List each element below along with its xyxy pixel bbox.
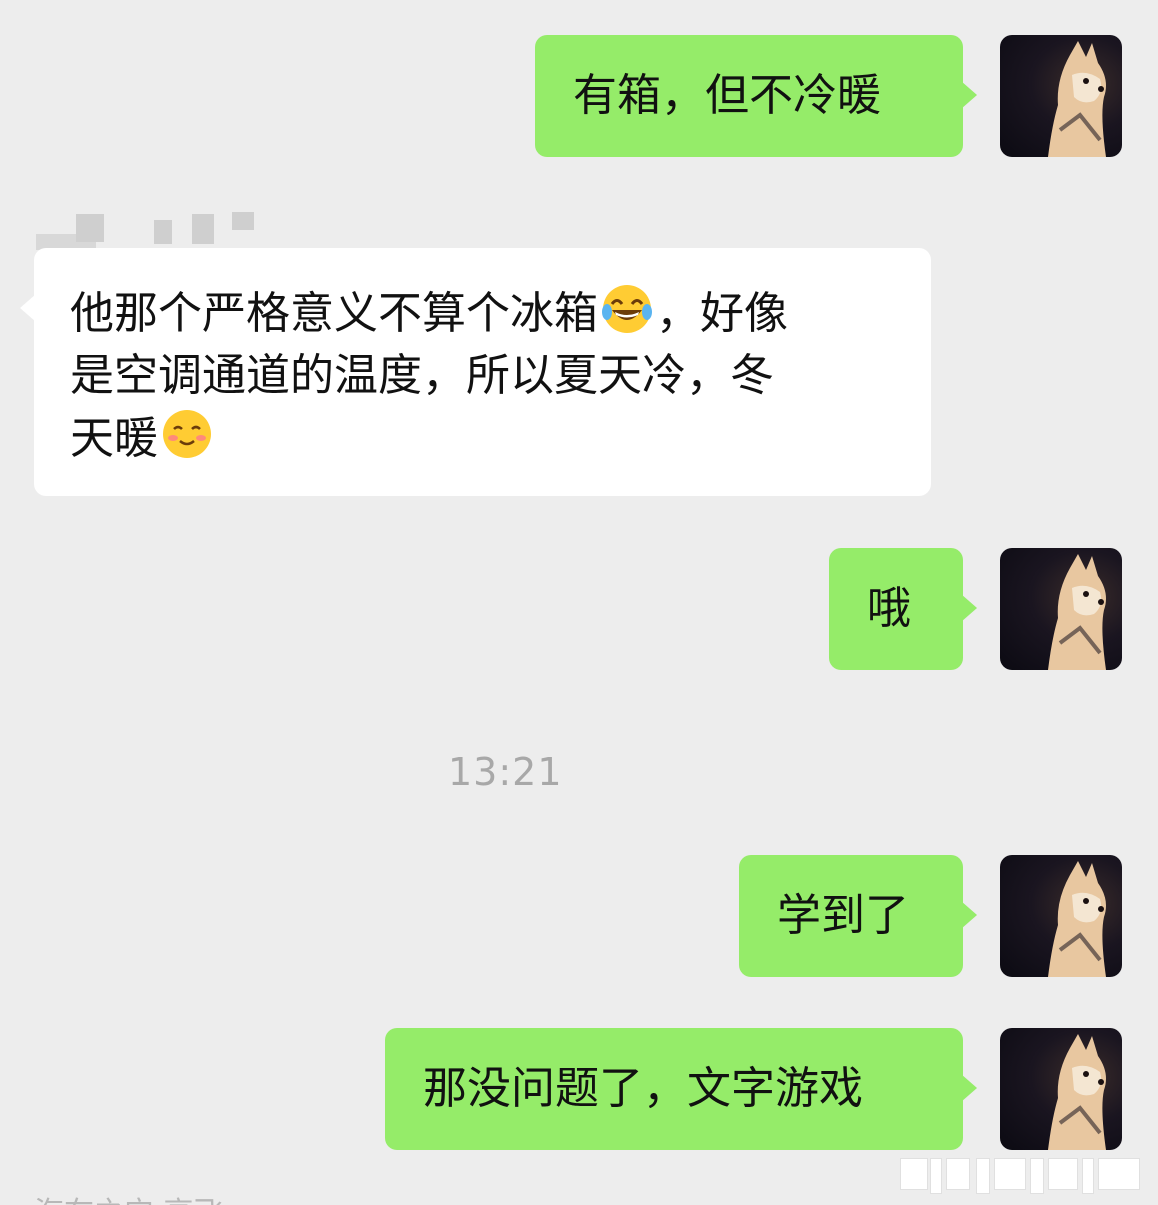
message-line-1: 他那个严格意义不算个冰箱 ，好像 bbox=[70, 282, 931, 345]
dog-avatar-icon bbox=[1048, 861, 1106, 977]
bubble-tail bbox=[961, 81, 977, 109]
message-bubble-outgoing[interactable]: 那没问题了，文字游戏 bbox=[385, 1028, 977, 1150]
watermark bbox=[900, 1158, 1150, 1194]
message-text: 学到了 bbox=[777, 890, 909, 941]
message-bubble-outgoing[interactable]: 哦 bbox=[829, 548, 977, 670]
sender-name-redacted bbox=[36, 210, 296, 250]
dog-avatar-icon bbox=[1048, 554, 1106, 670]
avatar[interactable] bbox=[1000, 35, 1122, 157]
laughing-tears-emoji bbox=[602, 285, 652, 333]
message-text: 有箱，但不冷暖 bbox=[573, 70, 881, 121]
message-text: 那没问题了，文字游戏 bbox=[423, 1063, 863, 1114]
partial-bottom-text: 海布之宁 高飞 bbox=[34, 1188, 224, 1205]
bubble-tail bbox=[961, 901, 977, 929]
message-line-3: 天暖 bbox=[70, 407, 931, 470]
avatar[interactable] bbox=[1000, 548, 1122, 670]
message-bubble-outgoing[interactable]: 学到了 bbox=[739, 855, 977, 977]
pleading-smile-emoji bbox=[163, 410, 211, 458]
message-bubble-outgoing[interactable]: 有箱，但不冷暖 bbox=[535, 35, 977, 157]
message-bubble-incoming[interactable]: 他那个严格意义不算个冰箱 ，好像 是空调通道的温度，所以夏天冷，冬 天暖 bbox=[20, 248, 931, 496]
avatar[interactable] bbox=[1000, 1028, 1122, 1150]
dog-avatar-icon bbox=[1048, 1034, 1106, 1150]
bubble-tail bbox=[961, 1074, 977, 1102]
bubble-tail bbox=[20, 294, 36, 322]
chat-timestamp: 13:21 bbox=[448, 750, 563, 794]
avatar[interactable] bbox=[1000, 855, 1122, 977]
dog-avatar-icon bbox=[1048, 41, 1106, 157]
message-text: 哦 bbox=[867, 583, 911, 634]
message-line-2: 是空调通道的温度，所以夏天冷，冬 bbox=[70, 350, 774, 401]
bubble-tail bbox=[961, 594, 977, 622]
